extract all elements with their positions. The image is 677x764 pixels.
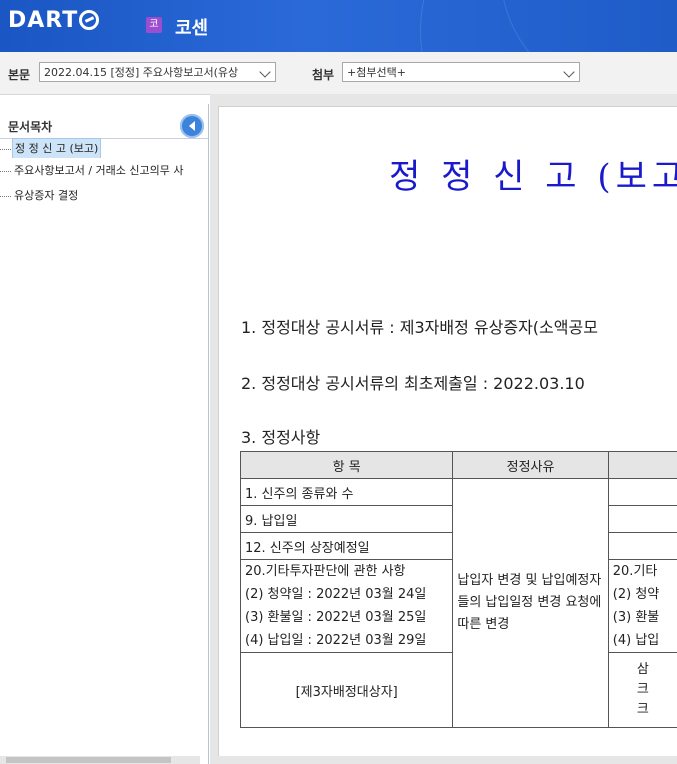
correction-target-document: 1. 정정대상 공시서류 : 제3자배정 유상증자(소액공모 <box>241 318 598 337</box>
cell-line: 20.기타투자판단에 관한 사항 <box>245 564 406 579</box>
toc-item-major-report[interactable]: 주요사항보고서 / 거래소 신고의무 사 <box>0 161 208 181</box>
table-cell: 12. 신주의 상장예정일 <box>239 532 454 560</box>
toc-item-label: 주요사항보고서 / 거래소 신고의무 사 <box>14 164 184 177</box>
report-label: 본문 <box>8 68 31 82</box>
logo-globe-icon <box>79 10 100 30</box>
collapse-sidebar-button[interactable] <box>180 114 204 138</box>
company-badge-icon: 코 <box>146 17 162 33</box>
attach-select[interactable]: +첨부선택+ <box>342 62 580 82</box>
correction-reason-cell: 납입자 변경 및 납입예정자들의 납입일정 변경 요청에 따른 변경 <box>452 478 609 728</box>
document-viewer: 정 정 신 고 (보고 1. 정정대상 공시서류 : 제3자배정 유상증자(소액… <box>210 94 677 764</box>
sidebar-horizontal-scrollbar[interactable] <box>0 756 200 764</box>
correction-table: 항 목 정정사유 1. 신주의 종류와 수 납입자 변경 및 납입예정자들의 납… <box>239 451 677 728</box>
original-submission-date: 2. 정정대상 공시서류의 최초제출일 : 2022.03.10 <box>241 374 585 393</box>
column-header-item: 항 목 <box>239 451 454 479</box>
cell-line: 크 <box>636 682 649 697</box>
toc-item-correction[interactable]: 정 정 신 고 (보고) <box>0 138 208 158</box>
tree-connector <box>0 148 11 150</box>
table-cell: 20.기타투자판단에 관한 사항 (2) 청약일 : 2022년 03월 24일… <box>239 559 454 653</box>
toc-item-label: 유상증자 결정 <box>14 189 79 202</box>
cell-line: (2) 청약일 : 2022년 03월 24일 <box>245 587 427 602</box>
column-header-reason: 정정사유 <box>452 451 609 479</box>
table-cell: 삼 크 크 <box>607 652 677 728</box>
column-header-after <box>607 451 677 479</box>
document-page: 정 정 신 고 (보고 1. 정정대상 공시서류 : 제3자배정 유상증자(소액… <box>218 106 677 757</box>
table-header-row: 항 목 정정사유 <box>239 451 677 479</box>
company-name: 코센 <box>175 18 209 39</box>
cell-line: (2) 청약 <box>612 587 660 602</box>
table-cell <box>607 532 677 560</box>
attach-select-value: +첨부선택+ <box>347 66 406 79</box>
chevron-down-icon <box>259 66 271 78</box>
toolbar: 본문 2022.04.15 [정정] 주요사항보고서(유상 첨부 +첨부선택+ <box>0 52 677 95</box>
table-row: 1. 신주의 종류와 수 납입자 변경 및 납입예정자들의 납입일정 변경 요청… <box>239 478 677 728</box>
tree-connector <box>0 170 11 172</box>
table-cell: 1. 신주의 종류와 수 <box>239 478 454 506</box>
header-decoration <box>500 0 677 52</box>
cell-line: 크 <box>636 702 649 717</box>
report-select[interactable]: 2022.04.15 [정정] 주요사항보고서(유상 <box>39 62 276 82</box>
attach-label: 첨부 <box>312 68 335 82</box>
cell-line: (4) 납입 <box>612 633 660 648</box>
cell-line: (4) 납입일 : 2022년 03월 29일 <box>245 633 427 648</box>
document-horizontal-scrollbar[interactable] <box>218 756 677 764</box>
toc-item-capital-increase[interactable]: 유상증자 결정 <box>0 186 208 206</box>
document-title: 정 정 신 고 (보고 <box>389 157 677 197</box>
correction-items-heading: 3. 정정사항 <box>241 428 321 447</box>
dart-logo[interactable]: DART <box>8 8 100 33</box>
table-cell: [제3자배정대상자] <box>239 652 454 728</box>
toc-sidebar: 문서목차 정 정 신 고 (보고) 주요사항보고서 / 거래소 신고의무 사 유… <box>0 104 209 764</box>
table-cell: 20.기타 (2) 청약 (3) 환불 (4) 납입 <box>607 559 677 653</box>
app-header: DART 코 코센 <box>0 0 677 52</box>
table-cell <box>607 505 677 533</box>
toc-item-label: 정 정 신 고 (보고) <box>12 138 102 158</box>
cell-line: (3) 환불일 : 2022년 03월 25일 <box>245 610 427 625</box>
toc-header: 문서목차 <box>0 108 208 139</box>
table-cell: 9. 납입일 <box>239 505 454 533</box>
scrollbar-thumb[interactable] <box>6 757 171 763</box>
tree-connector <box>0 195 11 197</box>
toc-title: 문서목차 <box>8 120 53 134</box>
cell-line: (3) 환불 <box>612 610 660 625</box>
report-select-value: 2022.04.15 [정정] 주요사항보고서(유상 <box>44 66 239 79</box>
table-cell <box>607 478 677 506</box>
cell-line: 20.기타 <box>612 564 658 579</box>
chevron-down-icon <box>563 66 575 78</box>
cell-line: 삼 <box>636 662 649 677</box>
